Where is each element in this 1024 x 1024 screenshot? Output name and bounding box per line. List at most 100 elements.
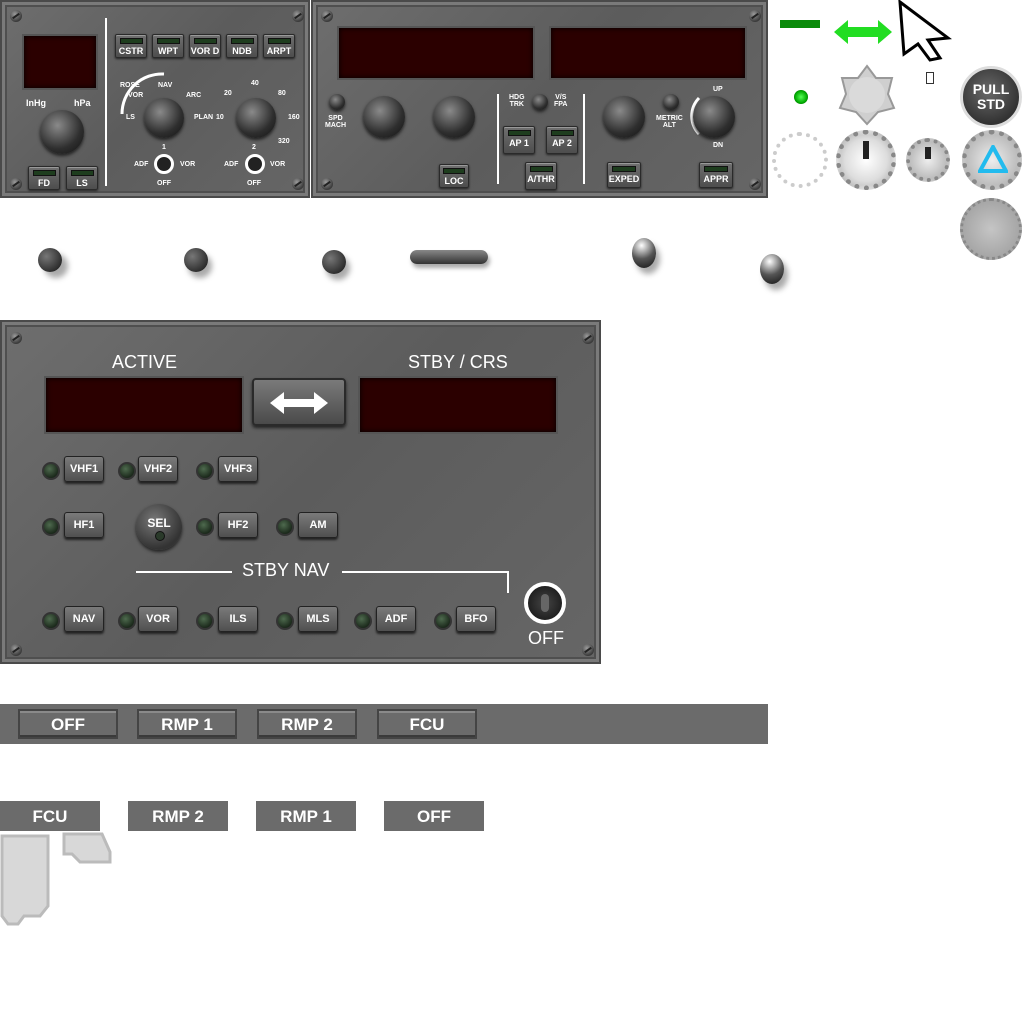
mode-arc: ARC bbox=[186, 92, 202, 99]
stby-display bbox=[358, 376, 558, 434]
spd-hdg-display bbox=[337, 26, 535, 80]
hpa-label: hPa bbox=[74, 98, 91, 108]
adf2-switch[interactable] bbox=[245, 154, 265, 174]
ap2-button[interactable]: AP 2 bbox=[546, 126, 578, 154]
mode-ls: LS bbox=[126, 114, 135, 121]
green-led-icon bbox=[794, 90, 808, 104]
bar1-rmp2-button[interactable]: RMP 2 bbox=[257, 709, 357, 739]
rmp-off-label: OFF bbox=[528, 628, 564, 648]
mode-nav: NAV bbox=[158, 82, 173, 89]
vhf1-led bbox=[42, 462, 60, 480]
range-80: 80 bbox=[278, 90, 286, 97]
green-bar bbox=[780, 20, 820, 28]
mode-knob[interactable] bbox=[144, 98, 184, 138]
hdg-trk-button[interactable] bbox=[532, 94, 548, 110]
nav-led bbox=[42, 612, 60, 630]
toggle-sprite-long bbox=[410, 250, 488, 264]
bfo-button[interactable]: BFO bbox=[456, 606, 496, 632]
screw bbox=[321, 10, 333, 22]
wpt-button[interactable]: WPT bbox=[152, 34, 184, 58]
active-display bbox=[44, 376, 244, 434]
ndb-button[interactable]: NDB bbox=[226, 34, 258, 58]
heading-knob[interactable] bbox=[433, 96, 475, 138]
adf1-switch[interactable] bbox=[154, 154, 174, 174]
rmp-off-switch[interactable] bbox=[524, 582, 566, 624]
bfo-led bbox=[434, 612, 452, 630]
toggle-sprite bbox=[38, 248, 62, 272]
ils-led bbox=[196, 612, 214, 630]
adf-led bbox=[354, 612, 372, 630]
vhf1-button[interactable]: VHF1 bbox=[64, 456, 104, 482]
bar1-off-button[interactable]: OFF bbox=[18, 709, 118, 739]
mode-vor: VOR bbox=[128, 92, 144, 99]
sel-label: SEL bbox=[147, 516, 171, 530]
sel-led bbox=[155, 531, 165, 541]
hf2-button[interactable]: HF2 bbox=[218, 512, 258, 538]
transfer-button[interactable] bbox=[252, 378, 346, 426]
ls-button[interactable]: LS bbox=[66, 166, 98, 190]
ap1-button[interactable]: AP 1 bbox=[503, 126, 535, 154]
cursor-arrow-icon bbox=[898, 0, 952, 62]
screw bbox=[749, 178, 761, 190]
vhf3-button[interactable]: VHF3 bbox=[218, 456, 258, 482]
screw bbox=[10, 178, 22, 190]
baro-knob[interactable] bbox=[40, 110, 84, 154]
tab-sprite-large bbox=[0, 834, 50, 926]
speed-knob[interactable] bbox=[363, 96, 405, 138]
range-160: 160 bbox=[288, 114, 300, 121]
stby-label: STBY / CRS bbox=[408, 352, 508, 372]
range-40: 40 bbox=[251, 80, 259, 87]
small-switch-icon bbox=[926, 72, 934, 84]
stby-nav-line-right bbox=[342, 571, 508, 573]
athr-button[interactable]: A/THR bbox=[525, 162, 557, 190]
adf2-left: ADF bbox=[224, 161, 239, 168]
fd-button[interactable]: FD bbox=[28, 166, 60, 190]
inhg-label: InHg bbox=[26, 98, 46, 108]
hf2-led bbox=[196, 518, 214, 536]
bar2-rmp1-button[interactable]: RMP 1 bbox=[256, 801, 356, 831]
metric-alt-button[interactable] bbox=[663, 94, 679, 110]
vor-led bbox=[118, 612, 136, 630]
vhf2-led bbox=[118, 462, 136, 480]
fcu-panel: SPD MACH LOC HDG TRK V/S FPA AP 1 AP 2 A… bbox=[311, 0, 768, 198]
bar2-rmp2-button[interactable]: RMP 2 bbox=[128, 801, 228, 831]
ils-button[interactable]: ILS bbox=[218, 606, 258, 632]
adf1-left: ADF bbox=[134, 161, 149, 168]
screw bbox=[582, 644, 594, 656]
spd-mach-button[interactable] bbox=[329, 94, 345, 110]
nav-button[interactable]: NAV bbox=[64, 606, 104, 632]
screw bbox=[10, 332, 22, 344]
loc-button[interactable]: LOC bbox=[439, 164, 469, 188]
hf1-led bbox=[42, 518, 60, 536]
bar1-rmp1-button[interactable]: RMP 1 bbox=[137, 709, 237, 739]
am-led bbox=[276, 518, 294, 536]
bar1-fcu-button[interactable]: FCU bbox=[377, 709, 477, 739]
range-20: 20 bbox=[224, 90, 232, 97]
baro-display bbox=[22, 34, 98, 90]
exped-button[interactable]: EXPED bbox=[607, 162, 641, 188]
vs-knob[interactable] bbox=[693, 96, 735, 138]
appr-button[interactable]: APPR bbox=[699, 162, 733, 188]
range-knob[interactable] bbox=[236, 98, 276, 138]
bracket-left bbox=[497, 94, 499, 184]
vor-button[interactable]: VOR bbox=[138, 606, 178, 632]
adf-button[interactable]: ADF bbox=[376, 606, 416, 632]
vhf2-button[interactable]: VHF2 bbox=[138, 456, 178, 482]
screw bbox=[10, 644, 22, 656]
hf1-button[interactable]: HF1 bbox=[64, 512, 104, 538]
toggle-sprite bbox=[322, 250, 346, 274]
altitude-knob[interactable] bbox=[603, 96, 645, 138]
small-gear-knob-icon bbox=[906, 138, 950, 182]
arpt-button[interactable]: ARPT bbox=[263, 34, 295, 58]
pull-std-button[interactable]: PULL STD bbox=[960, 66, 1022, 128]
screw bbox=[749, 10, 761, 22]
vord-button[interactable]: VOR D bbox=[189, 34, 221, 58]
sel-button[interactable]: SEL bbox=[136, 504, 182, 550]
bar2-off-button[interactable]: OFF bbox=[384, 801, 484, 831]
mls-button[interactable]: MLS bbox=[298, 606, 338, 632]
adf1-num: 1 bbox=[162, 144, 166, 151]
bar2-fcu-button[interactable]: FCU bbox=[0, 801, 100, 831]
cstr-button[interactable]: CSTR bbox=[115, 34, 147, 58]
star-knob-icon bbox=[838, 64, 896, 126]
am-button[interactable]: AM bbox=[298, 512, 338, 538]
